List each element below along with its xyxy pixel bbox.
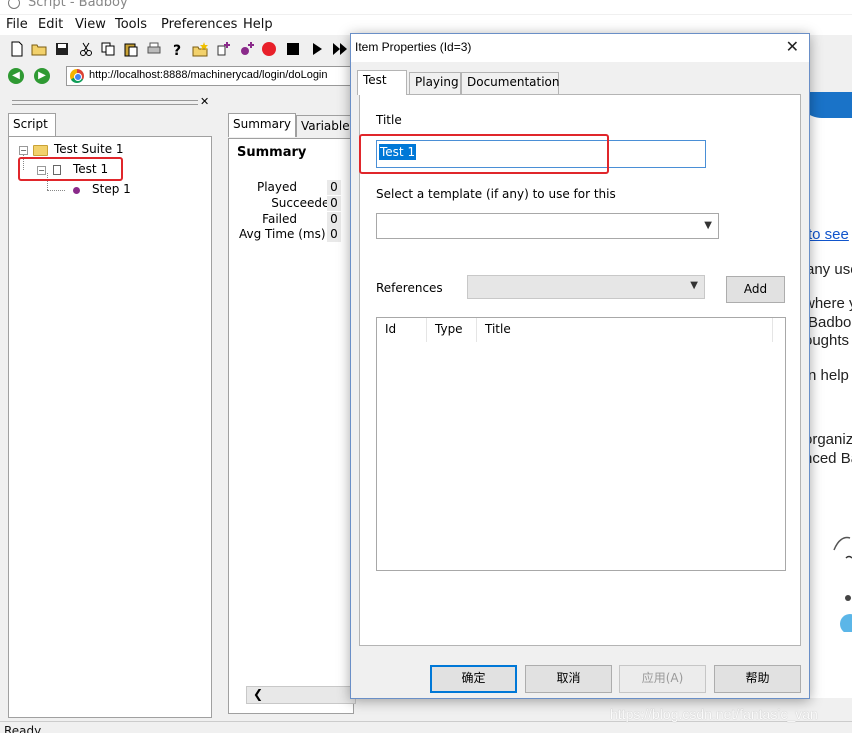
- browser-text-line: where y: [804, 295, 852, 312]
- status-text: Ready: [4, 724, 42, 733]
- chevron-down-icon: ▼: [690, 280, 698, 291]
- help-question-icon[interactable]: ?: [169, 41, 185, 57]
- new-step-icon[interactable]: [239, 41, 255, 57]
- print-icon[interactable]: [146, 41, 162, 57]
- menu-edit[interactable]: Edit: [38, 17, 63, 32]
- tab-test[interactable]: Test: [357, 70, 407, 95]
- highlight-annotation-test: [18, 157, 123, 181]
- save-icon[interactable]: [54, 41, 70, 57]
- summary-content: Summary Played 0 Succeeded 0 Failed 0 Av…: [228, 138, 354, 714]
- play-all-icon[interactable]: [332, 41, 348, 57]
- tab-playing[interactable]: Playing: [409, 72, 461, 94]
- summary-heading: Summary: [237, 145, 307, 160]
- add-button[interactable]: Add: [726, 276, 785, 303]
- cancel-button[interactable]: 取消: [525, 665, 612, 693]
- tab-variables[interactable]: Variables: [296, 115, 354, 137]
- menu-preferences[interactable]: Preferences: [161, 17, 237, 32]
- browser-text-line: organiz: [804, 431, 852, 448]
- browser-text-line: n help: [808, 367, 849, 384]
- item-properties-dialog: Item Properties (Id=3) ✕ Test Playing Do…: [350, 33, 810, 699]
- decorative-bubble-icon: [840, 595, 852, 632]
- decorative-logo-icon: [833, 536, 852, 559]
- menu-view[interactable]: View: [75, 17, 106, 32]
- apply-button[interactable]: 应用(A): [619, 665, 706, 693]
- horizontal-scrollbar[interactable]: ❮: [246, 686, 356, 704]
- menu-bar: File Edit View Tools Preferences Help: [0, 15, 852, 35]
- menu-tools[interactable]: Tools: [115, 17, 147, 32]
- tab-summary[interactable]: Summary: [228, 113, 296, 137]
- forward-arrow-icon[interactable]: ▶: [34, 68, 50, 84]
- suite-expander-icon[interactable]: −: [19, 146, 28, 155]
- cut-icon[interactable]: [78, 41, 94, 57]
- copy-icon[interactable]: [100, 41, 116, 57]
- record-icon[interactable]: [261, 41, 277, 57]
- browser-link[interactable]: to see: [808, 226, 849, 243]
- succeeded-label: Succeeded: [271, 196, 337, 210]
- menu-help[interactable]: Help: [243, 17, 273, 32]
- svg-text:?: ?: [173, 43, 181, 57]
- tree-line: [47, 190, 65, 191]
- column-header-title[interactable]: Title: [477, 318, 773, 342]
- tree-item-step[interactable]: Step 1: [92, 182, 131, 196]
- menu-file[interactable]: File: [6, 17, 28, 32]
- paste-icon[interactable]: [123, 41, 139, 57]
- browser-text-line: Badbo: [808, 314, 852, 331]
- failed-label: Failed: [262, 212, 297, 226]
- new-test-icon[interactable]: [216, 41, 232, 57]
- back-arrow-icon[interactable]: ◀: [8, 68, 24, 84]
- avg-time-label: Avg Time (ms): [239, 227, 326, 241]
- avg-time-value: 0: [327, 227, 341, 242]
- template-label: Select a template (if any) to use for th…: [376, 187, 616, 201]
- references-list: Id Type Title: [376, 317, 786, 571]
- new-file-icon[interactable]: [9, 41, 25, 57]
- column-header-type[interactable]: Type: [427, 318, 477, 342]
- step-icon: [73, 187, 80, 194]
- script-panel: ✕ Script − Test Suite 1 − Test 1 Step 1: [4, 92, 216, 718]
- url-text: http://localhost:8888/machinerycad/login…: [89, 69, 328, 81]
- play-icon[interactable]: [309, 41, 325, 57]
- app-title: Script - Badboy: [28, 0, 128, 10]
- watermark-text: https://blog.csdn.net/fantasic_van: [610, 706, 818, 722]
- references-select[interactable]: ▼: [467, 275, 705, 299]
- status-bar: Ready: [0, 721, 852, 733]
- folder-icon: [33, 145, 48, 156]
- browser-text-line: nced Ba: [804, 450, 852, 467]
- dialog-titlebar[interactable]: Item Properties (Id=3) ✕: [351, 34, 809, 62]
- tree-item-suite[interactable]: Test Suite 1: [54, 142, 124, 156]
- open-folder-icon[interactable]: [31, 41, 47, 57]
- panel-grip[interactable]: [12, 100, 198, 105]
- app-titlebar: Script - Badboy: [0, 0, 852, 14]
- succeeded-value: 0: [327, 196, 341, 211]
- new-suite-icon[interactable]: [192, 41, 208, 57]
- browser-text-line: any use: [806, 261, 852, 278]
- column-header-id[interactable]: Id: [377, 318, 427, 342]
- scroll-left-icon[interactable]: ❮: [253, 687, 263, 701]
- stop-icon[interactable]: [285, 41, 301, 57]
- failed-value: 0: [327, 212, 341, 227]
- panel-close-icon[interactable]: ✕: [200, 95, 209, 108]
- close-icon[interactable]: ✕: [786, 37, 799, 56]
- browser-favicon-icon: [70, 69, 84, 83]
- references-label: References: [376, 281, 443, 295]
- template-select[interactable]: ▼: [376, 213, 719, 239]
- url-field[interactable]: http://localhost:8888/machinerycad/login…: [66, 66, 356, 86]
- dialog-tab-page: Title Test 1 Select a template (if any) …: [359, 94, 801, 646]
- tab-script[interactable]: Script: [8, 113, 56, 137]
- badboy-app-icon: [8, 0, 20, 9]
- tab-documentation[interactable]: Documentation: [461, 72, 560, 94]
- played-value: 0: [327, 180, 341, 195]
- ok-button[interactable]: 确定: [430, 665, 517, 693]
- title-label: Title: [376, 113, 402, 127]
- dialog-title: Item Properties (Id=3): [355, 40, 472, 54]
- help-button[interactable]: 帮助: [714, 665, 801, 693]
- script-tree: − Test Suite 1 − Test 1 Step 1: [8, 136, 212, 718]
- browser-text-line: oughts: [804, 332, 850, 349]
- chevron-down-icon: ▼: [704, 220, 712, 231]
- played-label: Played: [256, 180, 297, 194]
- highlight-annotation-title: [359, 134, 609, 174]
